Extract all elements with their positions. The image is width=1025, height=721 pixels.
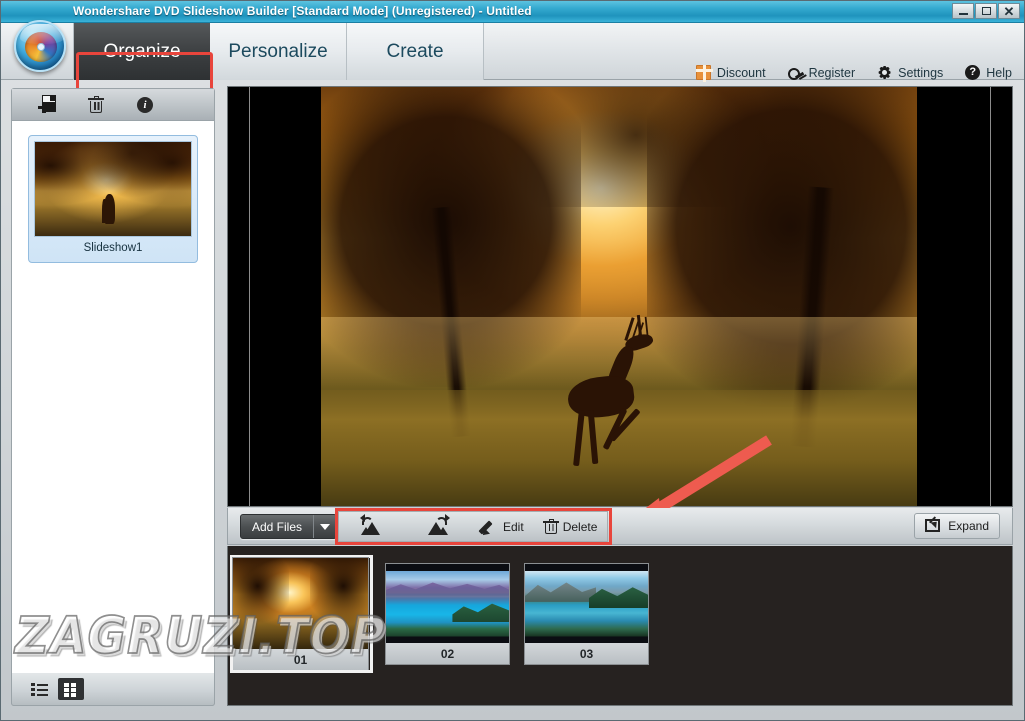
- preview-guide-left: [249, 87, 250, 506]
- add-files-label: Add Files: [252, 519, 303, 534]
- editing-toolbar: Add Files Edit Delete Expand: [227, 508, 1013, 545]
- logo-gloss: [20, 24, 64, 44]
- tab-organize-label: Organize: [103, 40, 181, 62]
- tab-organize[interactable]: Organize: [73, 23, 210, 80]
- filmstrip-caption: 03: [524, 643, 649, 665]
- app-logo-icon: [14, 20, 66, 72]
- tab-create-label: Create: [386, 40, 444, 62]
- expand-button-label: Expand: [948, 519, 989, 533]
- slideshow-sidebar: i Slideshow1: [11, 88, 215, 706]
- edit-button-label: Edit: [503, 519, 524, 534]
- window-controls: ✕: [952, 3, 1020, 19]
- minimize-button[interactable]: [952, 3, 974, 19]
- slideshow-label: Slideshow1: [83, 242, 143, 254]
- add-slideshow-button[interactable]: [23, 90, 71, 120]
- preview-image: [321, 87, 917, 506]
- delete-icon: [88, 96, 104, 113]
- slideshow-info-button[interactable]: i: [121, 90, 169, 120]
- menu-item-settings[interactable]: Settings: [877, 65, 943, 80]
- menu-item-discount[interactable]: Discount: [695, 65, 766, 82]
- photo-filmstrip: 01 02 03: [227, 546, 1013, 706]
- filmstrip-item-01[interactable]: 01: [230, 555, 373, 673]
- menu-item-help[interactable]: ? Help: [965, 65, 1012, 80]
- rotate-left-button[interactable]: [339, 512, 405, 541]
- filmstrip-caption: 02: [385, 643, 510, 665]
- expand-button[interactable]: Expand: [914, 513, 1000, 539]
- gear-icon: [877, 65, 892, 80]
- rotate-left-icon: [360, 514, 383, 535]
- sidebar-item-slideshow1[interactable]: Slideshow1: [28, 135, 198, 263]
- menu-item-discount-label: Discount: [716, 65, 766, 80]
- rotate-right-button[interactable]: [405, 512, 471, 541]
- key-icon: [787, 65, 803, 80]
- rotate-right-icon: [427, 514, 450, 535]
- add-files-button[interactable]: Add Files: [240, 514, 338, 539]
- disc-hole: [37, 43, 45, 51]
- filmstrip-thumbnail: [385, 563, 510, 643]
- chevron-down-icon: [320, 523, 331, 530]
- delete-slideshow-button[interactable]: [72, 90, 120, 120]
- preview-guide-right: [990, 87, 991, 506]
- main-tab-bar: Organize Personalize Create Discount Reg…: [1, 20, 1024, 100]
- trash-icon: [542, 518, 559, 535]
- help-icon: ?: [965, 65, 981, 80]
- tab-personalize-label: Personalize: [228, 40, 328, 62]
- window-title: Wondershare DVD Slideshow Builder [Stand…: [73, 4, 532, 18]
- add-slideshow-icon: [38, 94, 56, 115]
- pencil-icon: [478, 518, 498, 538]
- grid-view-icon: [63, 682, 79, 697]
- title-bar: Wondershare DVD Slideshow Builder [Stand…: [1, 1, 1024, 23]
- top-right-menu: Discount Register Settings ? Help: [695, 65, 1012, 82]
- preview-pane[interactable]: [227, 86, 1013, 507]
- tab-list: Organize Personalize Create: [73, 23, 484, 80]
- gift-icon: [695, 65, 713, 82]
- photo-tools-group: Edit Delete: [338, 511, 608, 542]
- close-button[interactable]: ✕: [998, 3, 1020, 19]
- expand-icon: [925, 519, 941, 533]
- menu-item-settings-label: Settings: [898, 65, 944, 80]
- filmstrip-item-03[interactable]: 03: [524, 563, 649, 665]
- edit-button[interactable]: Edit: [471, 512, 534, 541]
- menu-item-register[interactable]: Register: [787, 65, 856, 80]
- tab-personalize[interactable]: Personalize: [210, 23, 347, 80]
- grid-view-button[interactable]: [58, 678, 84, 700]
- sidebar-view-toggle-bar: [11, 673, 215, 706]
- list-view-icon: [30, 682, 48, 696]
- info-icon: i: [137, 96, 153, 113]
- filmstrip-thumbnail: [232, 557, 369, 649]
- add-files-dropdown-button[interactable]: [314, 515, 336, 538]
- menu-item-register-label: Register: [808, 65, 856, 80]
- list-view-button[interactable]: [26, 678, 52, 700]
- filmstrip-caption: 01: [232, 649, 369, 671]
- filmstrip-item-02[interactable]: 02: [385, 563, 510, 665]
- sidebar-toolbar: i: [12, 89, 214, 121]
- application-window: Wondershare DVD Slideshow Builder [Stand…: [0, 0, 1025, 721]
- deer-silhouette: [546, 314, 666, 475]
- delete-photo-button[interactable]: Delete: [534, 512, 608, 541]
- filmstrip-thumbnail: [524, 563, 649, 643]
- delete-button-label: Delete: [562, 519, 598, 534]
- menu-item-help-label: Help: [986, 65, 1012, 80]
- maximize-button[interactable]: [975, 3, 997, 19]
- slideshow-thumbnail: [34, 141, 192, 237]
- tab-create[interactable]: Create: [347, 23, 484, 80]
